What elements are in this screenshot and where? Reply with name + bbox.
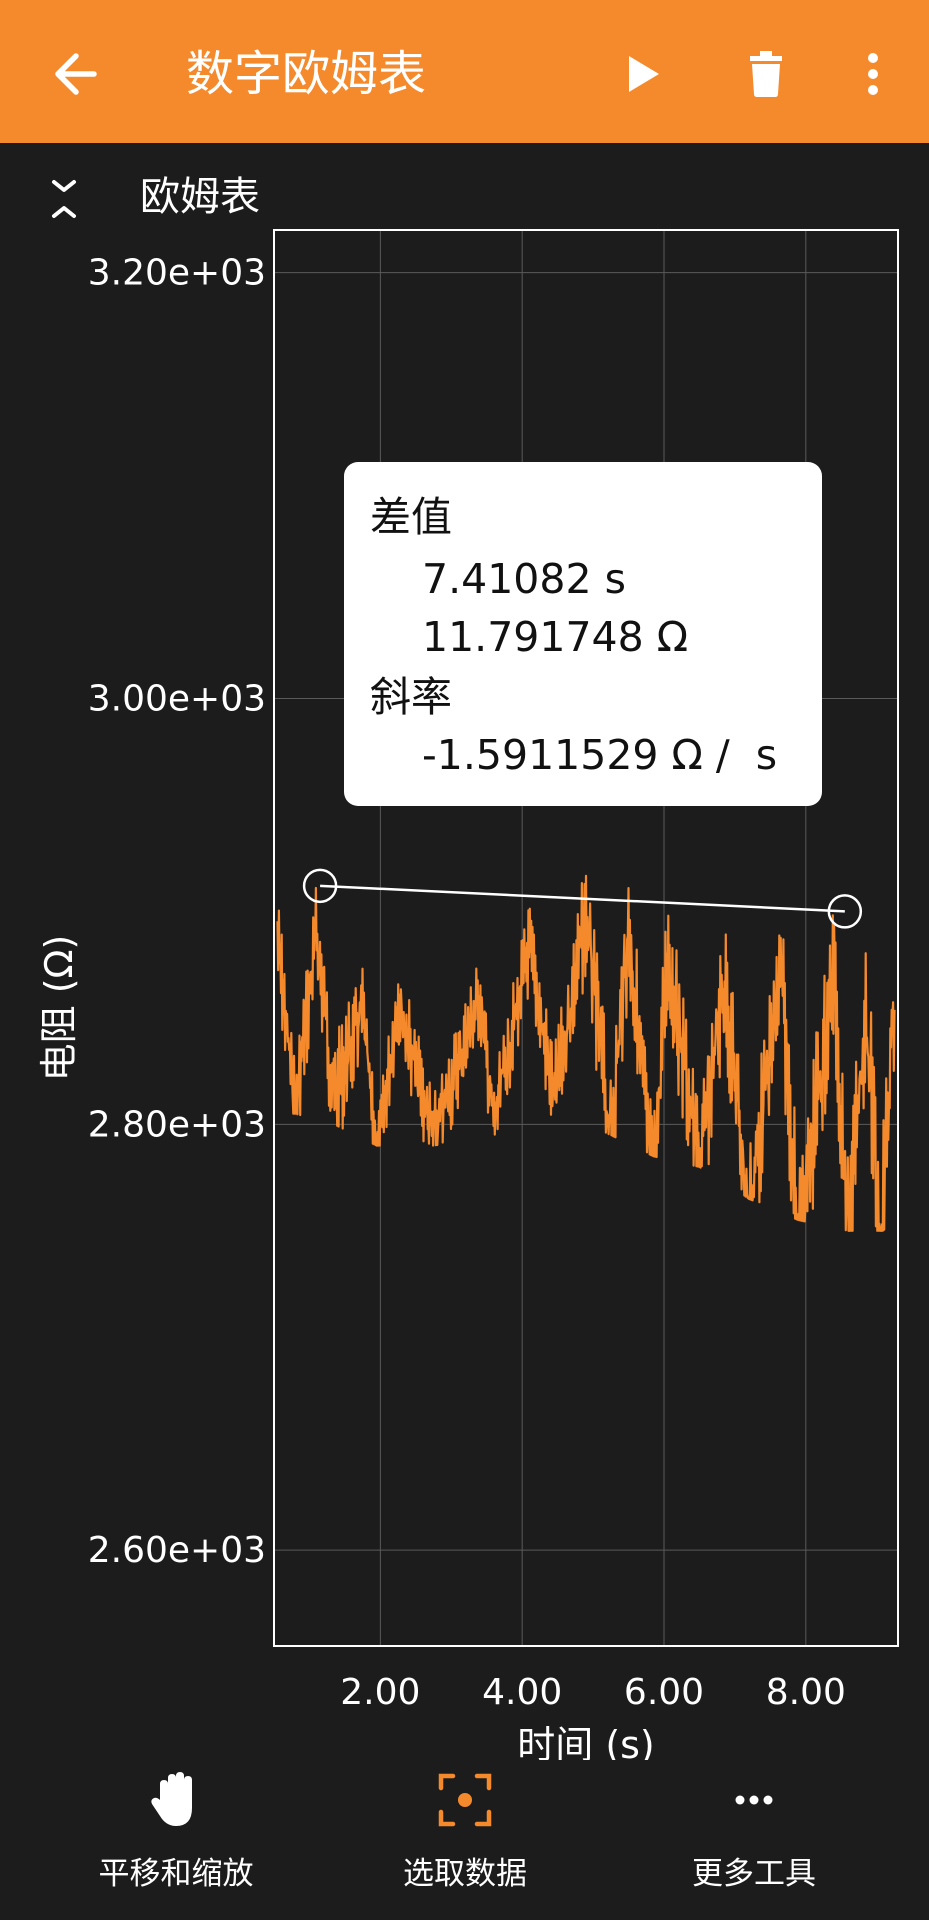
slope-label: 斜率 (370, 673, 452, 721)
y-tick-label: 2.80e+03 (88, 1104, 266, 1145)
trash-icon[interactable] (736, 44, 796, 104)
select-data-label: 选取数据 (403, 1856, 527, 1892)
select-data-icon (438, 1773, 492, 1827)
y-tick-label: 2.60e+03 (88, 1530, 266, 1571)
page-title: 数字欧姆表 (186, 46, 427, 102)
delta-time-value: 7.41082 s (422, 555, 626, 603)
app-bar: 数字欧姆表 (0, 0, 929, 143)
series-line (276, 874, 896, 1232)
x-tick-label: 2.00 (340, 1672, 420, 1713)
more-tools-label: 更多工具 (692, 1856, 816, 1892)
y-axis-label: 电阻 (Ω) (37, 935, 81, 1082)
more-vertical-icon[interactable] (848, 44, 898, 104)
panel-title: 欧姆表 (140, 174, 260, 220)
pan-zoom-label: 平移和缩放 (98, 1856, 254, 1892)
delta-resistance-value: 11.791748 Ω (422, 613, 689, 661)
pan-zoom-button[interactable]: 平移和缩放 (56, 1760, 296, 1920)
measurement-tooltip: 差值 7.41082 s 11.791748 Ω 斜率 -1.5911529 Ω… (344, 462, 822, 806)
more-tools-button[interactable]: 更多工具 (634, 1760, 874, 1920)
x-axis-label: 时间 (s) (517, 1723, 655, 1760)
select-data-button[interactable]: 选取数据 (345, 1760, 585, 1920)
hand-pan-icon (151, 1772, 192, 1826)
resistance-chart[interactable]: 2.60e+03 2.80e+03 3.00e+03 3.20e+03 2.00 4.00… (0, 220, 929, 1760)
y-tick-label: 3.00e+03 (88, 678, 266, 719)
more-horizontal-icon (735, 1795, 773, 1805)
chevron-collapse-icon[interactable] (42, 174, 86, 224)
x-tick-label: 6.00 (624, 1672, 704, 1713)
x-tick-label: 8.00 (766, 1672, 846, 1713)
arrow-left-icon[interactable] (42, 44, 102, 104)
play-icon[interactable] (612, 44, 672, 104)
delta-label: 差值 (370, 493, 452, 541)
slope-value: -1.5911529 Ω / s (422, 731, 778, 779)
bottom-toolbar: 平移和缩放 选取数据 更多工具 (0, 1760, 929, 1920)
y-tick-label: 3.20e+03 (88, 253, 266, 294)
x-tick-label: 4.00 (482, 1672, 562, 1713)
